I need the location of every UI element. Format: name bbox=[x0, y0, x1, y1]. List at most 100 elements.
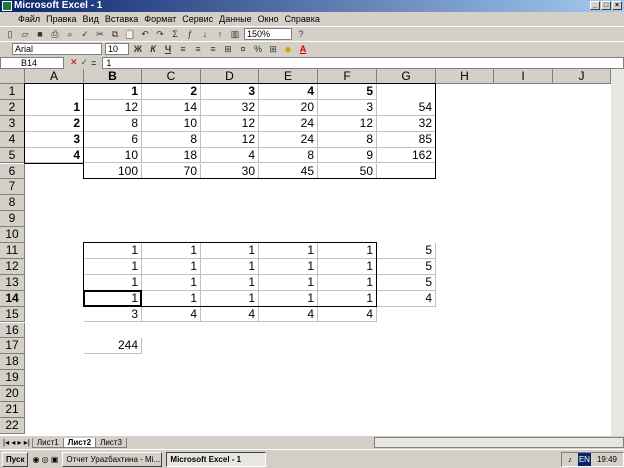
row-header-12[interactable]: 12 bbox=[0, 258, 25, 275]
task-word[interactable]: Отчет Урazбахтина - Mi... bbox=[62, 451, 163, 467]
vertical-scrollbar[interactable] bbox=[611, 69, 624, 436]
cell-B3[interactable]: 8 bbox=[84, 115, 142, 132]
sheet-tab[interactable]: Лист1 bbox=[31, 437, 64, 448]
menu-item[interactable]: Файл bbox=[18, 14, 40, 24]
save-icon[interactable]: ■ bbox=[34, 28, 46, 40]
spelling-icon[interactable]: ✓ bbox=[79, 28, 91, 40]
close-button[interactable]: × bbox=[612, 1, 622, 10]
function-icon[interactable]: ƒ bbox=[184, 28, 196, 40]
cell-C13[interactable]: 1 bbox=[142, 274, 201, 291]
cell-C15[interactable]: 4 bbox=[142, 306, 201, 323]
undo-icon[interactable]: ↶ bbox=[139, 28, 151, 40]
column-header-I[interactable]: I bbox=[494, 69, 553, 84]
formula-input[interactable]: 1 bbox=[102, 56, 624, 69]
cell-E3[interactable]: 24 bbox=[259, 115, 318, 132]
cell-B6[interactable]: 100 bbox=[84, 163, 142, 180]
sort-desc-icon[interactable]: ↑ bbox=[214, 28, 226, 40]
autosum-icon[interactable]: Σ bbox=[169, 28, 181, 40]
font-color-icon[interactable]: A bbox=[297, 43, 309, 55]
align-center-icon[interactable]: ≡ bbox=[192, 43, 204, 55]
cell-D5[interactable]: 4 bbox=[201, 147, 259, 164]
cell-C14[interactable]: 1 bbox=[142, 290, 201, 307]
cell-D14[interactable]: 1 bbox=[201, 290, 259, 307]
cell-B17[interactable]: 244 bbox=[84, 338, 142, 355]
percent-icon[interactable]: % bbox=[252, 43, 264, 55]
cell-E11[interactable]: 1 bbox=[259, 243, 318, 259]
start-button[interactable]: Пуск bbox=[2, 451, 29, 467]
menu-item[interactable]: Данные bbox=[219, 14, 252, 24]
cell-B5[interactable]: 10 bbox=[84, 147, 142, 164]
tab-nav-icon[interactable]: |◂ ◂ ▸ ▸| bbox=[0, 438, 33, 447]
copy-icon[interactable]: ⧉ bbox=[109, 28, 121, 40]
cell-F5[interactable]: 9 bbox=[318, 147, 377, 164]
cell-G2[interactable]: 54 bbox=[377, 99, 436, 116]
cell-E5[interactable]: 8 bbox=[259, 147, 318, 164]
row-header-19[interactable]: 19 bbox=[0, 370, 25, 387]
cell-G5[interactable]: 162 bbox=[377, 147, 436, 164]
preview-icon[interactable]: ⌕ bbox=[64, 28, 76, 40]
sheet-tab[interactable]: Лист3 bbox=[95, 437, 127, 448]
cell-D3[interactable]: 12 bbox=[201, 115, 259, 132]
cell-B4[interactable]: 6 bbox=[84, 131, 142, 148]
help-icon[interactable]: ? bbox=[295, 28, 307, 40]
maximize-button[interactable]: □ bbox=[601, 1, 611, 10]
cell-F1[interactable]: 5 bbox=[318, 84, 377, 100]
paste-icon[interactable]: 📋 bbox=[124, 28, 136, 40]
bold-button[interactable]: Ж bbox=[132, 43, 144, 55]
redo-icon[interactable]: ↷ bbox=[154, 28, 166, 40]
row-header-1[interactable]: 1 bbox=[0, 84, 25, 100]
row-header-6[interactable]: 6 bbox=[0, 163, 25, 180]
cell-D11[interactable]: 1 bbox=[201, 243, 259, 259]
cell-E2[interactable]: 20 bbox=[259, 99, 318, 116]
menu-item[interactable]: Вид bbox=[83, 14, 99, 24]
cell-E14[interactable]: 1 bbox=[259, 290, 318, 307]
column-header-J[interactable]: J bbox=[553, 69, 611, 84]
row-header-22[interactable]: 22 bbox=[0, 417, 25, 434]
cell-C6[interactable]: 70 bbox=[142, 163, 201, 180]
align-right-icon[interactable]: ≡ bbox=[207, 43, 219, 55]
minimize-button[interactable]: _ bbox=[590, 1, 600, 10]
cell-D2[interactable]: 32 bbox=[201, 99, 259, 116]
row-header-18[interactable]: 18 bbox=[0, 354, 25, 371]
enter-icon[interactable]: ✓ bbox=[81, 57, 89, 68]
cell-B1[interactable]: 1 bbox=[84, 84, 142, 100]
column-header-A[interactable]: A bbox=[25, 69, 84, 84]
row-header-3[interactable]: 3 bbox=[0, 115, 25, 132]
row-header-4[interactable]: 4 bbox=[0, 131, 25, 148]
cell-C11[interactable]: 1 bbox=[142, 243, 201, 259]
cell-E1[interactable]: 4 bbox=[259, 84, 318, 100]
cell-A2[interactable]: 1 bbox=[25, 99, 84, 116]
cell-G4[interactable]: 85 bbox=[377, 131, 436, 148]
menu-item[interactable]: Правка bbox=[46, 14, 76, 24]
cancel-icon[interactable]: ✕ bbox=[70, 57, 78, 68]
spreadsheet-grid[interactable]: A B C D E F G H I J 1 2 3 4 5 6 7 8 9 10 11 12 13 14 15 16 17 18 19 2… bbox=[0, 69, 611, 436]
row-header-2[interactable]: 2 bbox=[0, 99, 25, 116]
align-left-icon[interactable]: ≡ bbox=[177, 43, 189, 55]
cell-C12[interactable]: 1 bbox=[142, 258, 201, 275]
cell-D6[interactable]: 30 bbox=[201, 163, 259, 180]
cell-C1[interactable]: 2 bbox=[142, 84, 201, 100]
horizontal-scrollbar[interactable] bbox=[374, 437, 624, 448]
borders-icon[interactable]: ⊞ bbox=[267, 43, 279, 55]
quicklaunch-icon[interactable]: ◉ ◎ ▣ bbox=[32, 455, 58, 464]
cell-G11[interactable]: 5 bbox=[377, 243, 436, 259]
cell-C5[interactable]: 18 bbox=[142, 147, 201, 164]
cell-E12[interactable]: 1 bbox=[259, 258, 318, 275]
row-header-20[interactable]: 20 bbox=[0, 386, 25, 402]
italic-button[interactable]: К bbox=[147, 43, 159, 55]
select-all-button[interactable] bbox=[0, 69, 25, 84]
fill-color-icon[interactable]: ◆ bbox=[282, 43, 294, 55]
column-header-F[interactable]: F bbox=[318, 69, 377, 84]
sheet-tab[interactable]: Лист2 bbox=[62, 437, 97, 448]
row-header-8[interactable]: 8 bbox=[0, 195, 25, 212]
font-select[interactable]: Arial bbox=[12, 43, 102, 55]
currency-icon[interactable]: ¤ bbox=[237, 43, 249, 55]
cell-F4[interactable]: 8 bbox=[318, 131, 377, 148]
merge-icon[interactable]: ⊞ bbox=[222, 43, 234, 55]
column-header-G[interactable]: G bbox=[377, 69, 436, 84]
new-icon[interactable]: ▯ bbox=[4, 28, 16, 40]
row-header-7[interactable]: 7 bbox=[0, 179, 25, 196]
cell-G14[interactable]: 4 bbox=[377, 290, 436, 307]
column-header-B[interactable]: B bbox=[84, 69, 142, 84]
column-header-H[interactable]: H bbox=[436, 69, 494, 84]
